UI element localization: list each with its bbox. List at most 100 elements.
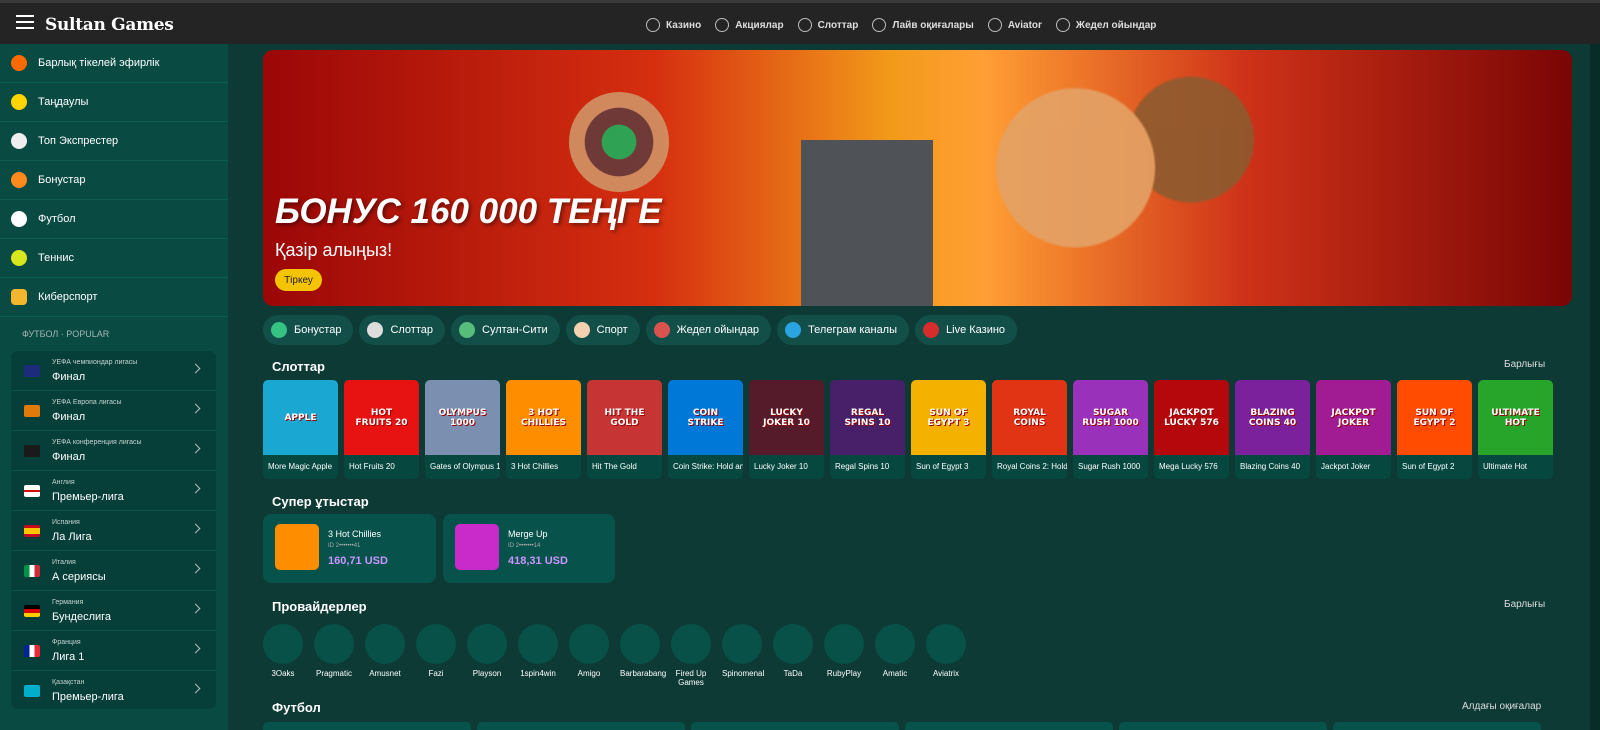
game-card[interactable]: APPLE More Magic Apple xyxy=(263,380,338,479)
league-item[interactable]: Франция Лига 1 xyxy=(11,631,216,671)
sidebar-item-football[interactable]: Футбол xyxy=(0,200,228,239)
league-item[interactable]: УЕФА чемпиондар лигасы Финал xyxy=(11,351,216,391)
register-button[interactable]: Тіркеу xyxy=(275,269,322,291)
provider-item[interactable]: Fazi xyxy=(416,624,456,687)
football-card[interactable] xyxy=(477,722,685,730)
chip-telegram[interactable]: Телеграм каналы xyxy=(777,315,910,345)
chip-sultan-city[interactable]: Султан-Сити xyxy=(451,315,560,345)
league-name: Финал xyxy=(52,411,86,423)
chip-label: Live Казино xyxy=(946,324,1006,336)
provider-item[interactable]: Amigo xyxy=(569,624,609,687)
league-item[interactable]: УЕФА конференция лигасы Финал xyxy=(11,431,216,471)
game-card[interactable]: ULTIMATE HOT Ultimate Hot xyxy=(1478,380,1553,479)
provider-item[interactable]: Amatic xyxy=(875,624,915,687)
game-card[interactable]: OLYMPUS1000 Gates of Olympus 1000 xyxy=(425,380,500,479)
nav-casino-label: Казино xyxy=(666,19,702,31)
football-card[interactable] xyxy=(263,722,471,730)
chip-live-casino[interactable]: Live Казино xyxy=(915,315,1018,345)
brand-logo[interactable]: Sultan Games xyxy=(45,15,174,35)
game-card[interactable]: COINSTRIKE Coin Strike: Hold and Win xyxy=(668,380,743,479)
league-item[interactable]: Англия Премьер-лига xyxy=(11,471,216,511)
game-name: Mega Lucky 576 xyxy=(1159,462,1218,471)
rocket-icon xyxy=(653,322,670,338)
football-card[interactable] xyxy=(691,722,899,730)
provider-item[interactable]: Pragmatic xyxy=(314,624,354,687)
chip-label: Слоттар xyxy=(390,324,433,336)
provider-logo-icon xyxy=(875,624,915,664)
chip-slots[interactable]: Слоттар xyxy=(359,315,445,345)
game-card[interactable]: HOT FRUITS 20 Hot Fruits 20 xyxy=(344,380,419,479)
win-card[interactable]: 3 Hot Chillies ID 2•••••••41 160,71 USD xyxy=(263,514,436,583)
game-card[interactable]: BLAZING COINS 40 Blazing Coins 40 xyxy=(1235,380,1310,479)
football-cards xyxy=(263,722,1541,730)
league-item[interactable]: Испания Ла Лига xyxy=(11,511,216,551)
league-item[interactable]: УЕФА Европа лигасы Финал xyxy=(11,391,216,431)
nav-promotions-label: Акциялар xyxy=(735,19,784,31)
provider-item[interactable]: 1spin4win xyxy=(518,624,558,687)
nav-promotions[interactable]: Акциялар xyxy=(715,18,784,32)
sidebar-item-esports[interactable]: Киберспорт xyxy=(0,278,228,317)
nav-casino[interactable]: Казино xyxy=(646,18,701,32)
game-art: HOT FRUITS 20 xyxy=(344,380,419,455)
view-all-providers[interactable]: Барлығы xyxy=(1504,599,1545,610)
sidebar-item-top-express[interactable]: Топ Экспрестер xyxy=(0,122,228,161)
promo-banner[interactable]: БОНУС 160 000 ТЕҢГЕ Қазір алыңыз! Тіркеу xyxy=(263,50,1572,306)
game-card[interactable]: ROYALCOINS Royal Coins 2: Hold and Win xyxy=(992,380,1067,479)
scrollbar[interactable] xyxy=(1590,44,1600,730)
provider-item[interactable]: RubyPlay xyxy=(824,624,864,687)
sidebar-item-bonuses[interactable]: Бонустар xyxy=(0,161,228,200)
football-card[interactable] xyxy=(1333,722,1541,730)
nav-live-events[interactable]: Лайв оқиғалары xyxy=(872,18,974,32)
game-card[interactable]: SUN OF EGYPT 3 Sun of Egypt 3 xyxy=(911,380,986,479)
upcoming-events-link[interactable]: Алдағы оқиғалар xyxy=(1462,701,1541,712)
france-flag-icon xyxy=(24,645,40,657)
sidebar-item-tennis[interactable]: Теннис xyxy=(0,239,228,278)
provider-name: Playson xyxy=(472,669,502,678)
game-card[interactable]: SUN OF EGYPT 2 Sun of Egypt 2 xyxy=(1397,380,1472,479)
top-bar: Sultan Games Казино Акциялар Слоттар Лай… xyxy=(0,0,1600,44)
league-item[interactable]: Италия А сериясы xyxy=(11,551,216,591)
menu-icon[interactable] xyxy=(16,15,34,29)
slots-icon xyxy=(797,18,812,32)
league-name: Финал xyxy=(52,451,86,463)
game-card[interactable]: 3 HOT CHILLIES 3 Hot Chillies xyxy=(506,380,581,479)
game-name: More Magic Apple xyxy=(268,462,333,471)
view-all-slots[interactable]: Барлығы xyxy=(1504,359,1545,370)
nav-slots[interactable]: Слоттар xyxy=(797,18,858,32)
win-card[interactable]: Merge Up ID 2•••••••14 418,31 USD xyxy=(443,514,615,583)
chip-sport[interactable]: Спорт xyxy=(565,315,640,345)
game-card[interactable]: REGAL SPINS 10 Regal Spins 10 xyxy=(830,380,905,479)
game-card[interactable]: HIT THE GOLD Hit The Gold xyxy=(587,380,662,479)
provider-item[interactable]: Fired Up Games xyxy=(671,624,711,687)
game-name: 3 Hot Chillies xyxy=(511,462,559,471)
provider-item[interactable]: Playson xyxy=(467,624,507,687)
football-card[interactable] xyxy=(905,722,1113,730)
provider-item[interactable]: TaDa xyxy=(773,624,813,687)
game-card[interactable]: JACKPOT JOKER Jackpot Joker xyxy=(1316,380,1391,479)
sidebar-item-favorites[interactable]: Таңдаулы xyxy=(0,83,228,122)
game-card[interactable]: SUGAR RUSH 1000 Sugar Rush 1000 xyxy=(1073,380,1148,479)
game-card[interactable]: JACKPOT LUCKY 576 Mega Lucky 576 xyxy=(1154,380,1229,479)
provider-item[interactable]: Barbarabang xyxy=(620,624,666,687)
nav-aviator[interactable]: Aviator xyxy=(987,18,1042,32)
game-art: 3 HOT CHILLIES xyxy=(506,380,581,455)
league-item[interactable]: Қазақстан Премьер-лига xyxy=(11,671,216,711)
chip-bonuses[interactable]: Бонустар xyxy=(263,315,354,345)
league-item[interactable]: Германия Бундеслига xyxy=(11,591,216,631)
spain-flag-icon xyxy=(24,525,40,537)
globe-icon xyxy=(271,322,287,338)
nav-fast-games[interactable]: Жедел ойындар xyxy=(1055,18,1156,32)
provider-item[interactable]: Spinomenal xyxy=(722,624,764,687)
provider-logo-icon xyxy=(569,624,609,664)
provider-item[interactable]: Amusnet xyxy=(365,624,405,687)
sidebar-item-live[interactable]: Барлық тікелей эфирлік xyxy=(0,44,228,83)
provider-item[interactable]: Aviatrix xyxy=(926,624,966,687)
game-card[interactable]: LUCKY JOKER 10 Lucky Joker 10 xyxy=(749,380,824,479)
chevron-right-icon xyxy=(190,443,201,454)
provider-item[interactable]: 3Oaks xyxy=(263,624,303,687)
provider-name: Amatic xyxy=(882,669,908,678)
germany-flag-icon xyxy=(24,605,40,617)
chip-fast-games[interactable]: Жедел ойындар xyxy=(645,315,772,345)
game-name: Lucky Joker 10 xyxy=(754,462,808,471)
football-card[interactable] xyxy=(1119,722,1327,730)
